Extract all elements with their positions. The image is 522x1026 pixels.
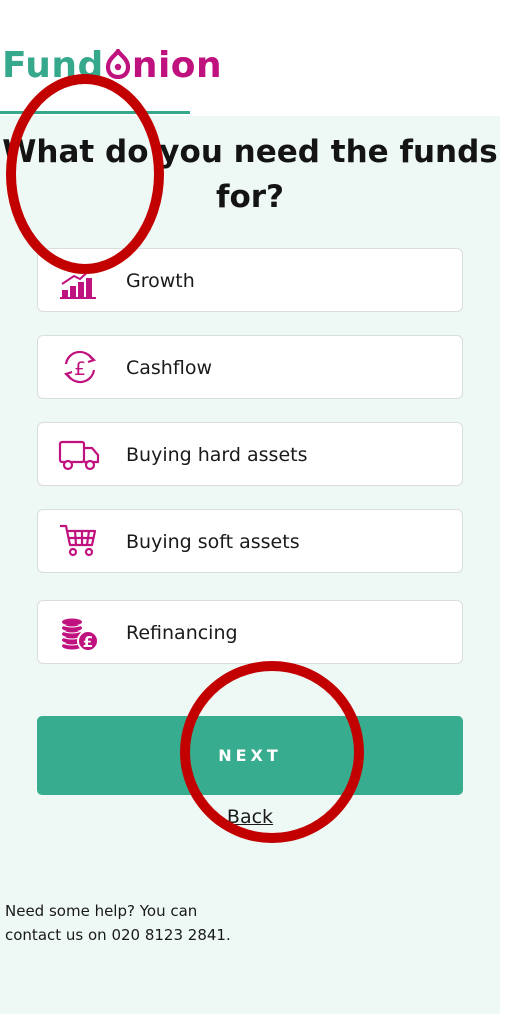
page-title: What do you need the funds for? bbox=[2, 134, 498, 215]
coins-pound-icon: £ bbox=[58, 612, 102, 652]
page: Fund nion What do you need the funds for… bbox=[0, 0, 522, 1026]
option-cashflow[interactable]: £ Cashflow bbox=[37, 335, 463, 399]
option-label: Buying soft assets bbox=[126, 531, 300, 553]
option-label: Refinancing bbox=[126, 622, 238, 644]
option-label: Buying hard assets bbox=[126, 444, 308, 466]
logo-text-fund: Fund bbox=[2, 45, 104, 86]
option-buying-hard-assets[interactable]: Buying hard assets bbox=[37, 422, 463, 486]
option-refinancing[interactable]: £ Refinancing bbox=[37, 600, 463, 664]
truck-icon bbox=[58, 434, 102, 474]
back-link[interactable]: Back bbox=[0, 806, 500, 828]
help-text: Need some help? You can contact us on 02… bbox=[5, 899, 305, 947]
option-growth[interactable]: Growth bbox=[37, 248, 463, 312]
header: Fund nion bbox=[0, 0, 522, 116]
next-button[interactable]: NEXT bbox=[37, 716, 463, 795]
logo-text-nion: nion bbox=[131, 45, 223, 86]
help-line-1: Need some help? You can bbox=[5, 902, 198, 920]
option-label: Growth bbox=[126, 270, 195, 292]
fundonion-logo[interactable]: Fund nion bbox=[2, 44, 222, 88]
option-label: Cashflow bbox=[126, 357, 212, 379]
shopping-cart-icon bbox=[58, 521, 102, 561]
svg-text:£: £ bbox=[83, 633, 93, 651]
help-line-2: contact us on 020 8123 2841. bbox=[5, 926, 231, 944]
pound-cycle-icon: £ bbox=[58, 347, 102, 387]
svg-text:£: £ bbox=[74, 358, 86, 380]
header-divider bbox=[0, 111, 190, 114]
option-buying-soft-assets[interactable]: Buying soft assets bbox=[37, 509, 463, 573]
growth-chart-icon bbox=[58, 260, 102, 300]
onion-logo-icon bbox=[104, 46, 132, 80]
